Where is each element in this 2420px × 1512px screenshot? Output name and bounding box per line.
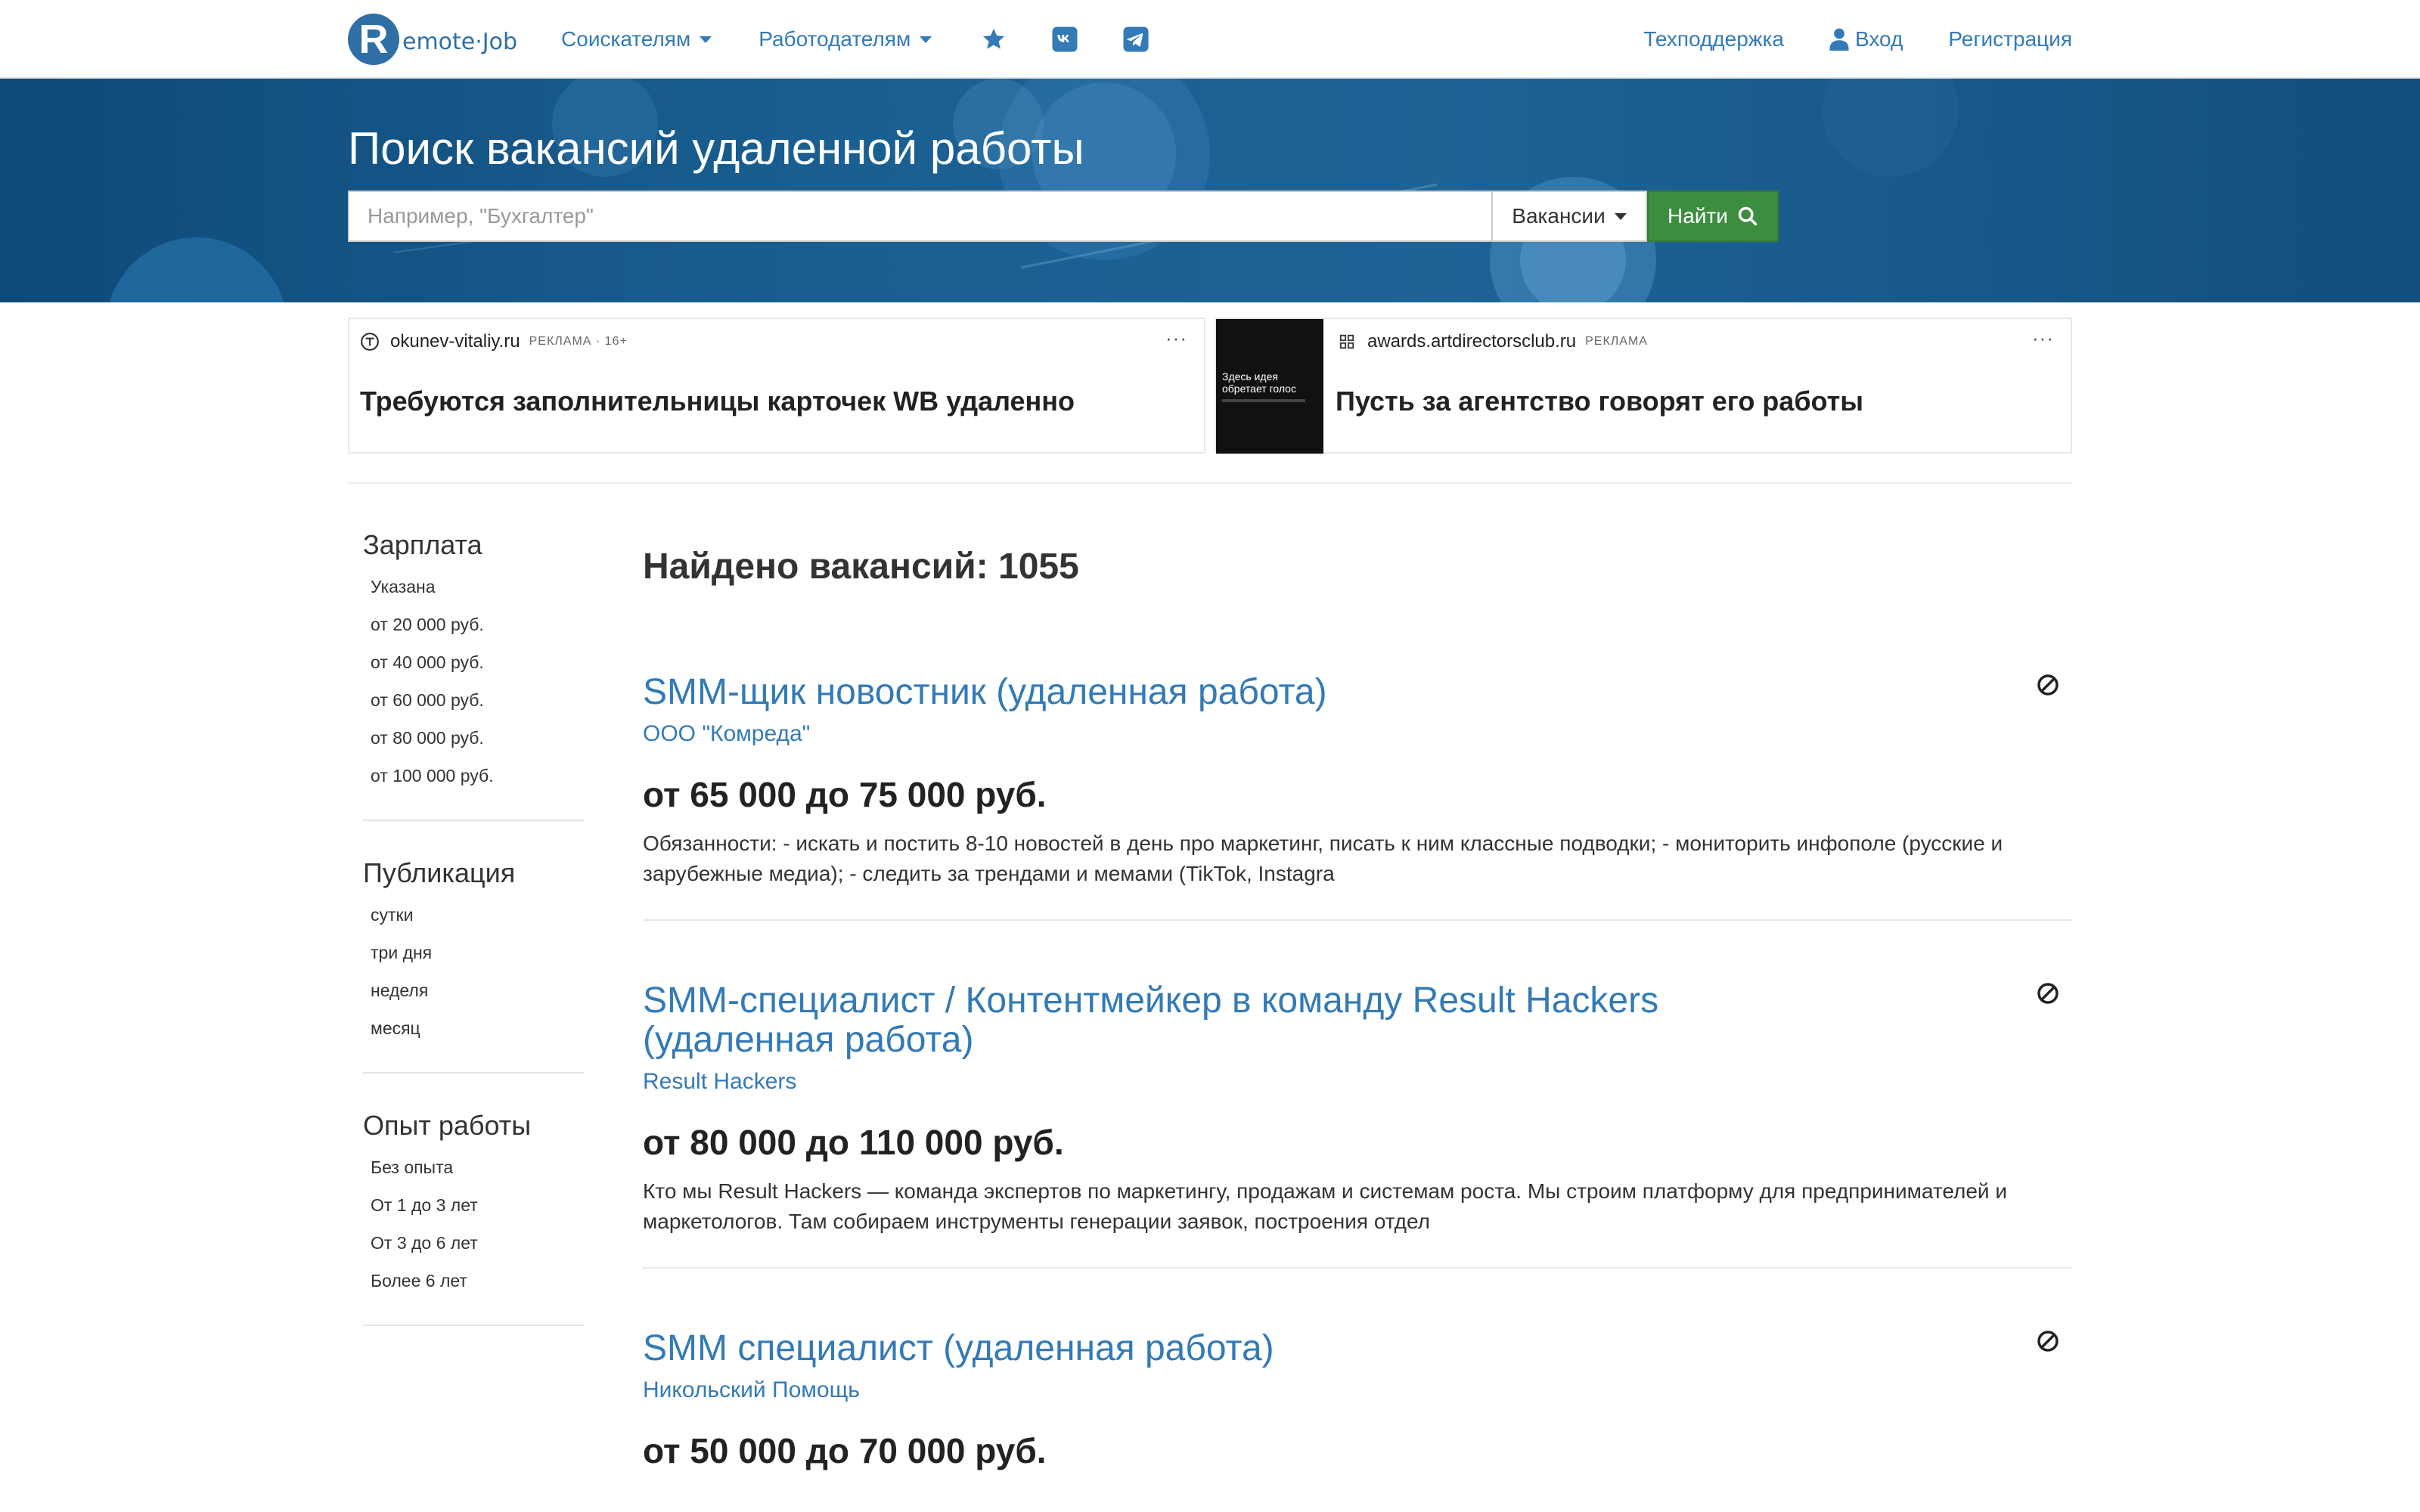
hide-vacancy-icon[interactable]: [2036, 673, 2060, 697]
results-count: Найдено вакансий: 1055: [643, 547, 1079, 587]
filter-option[interactable]: Без опыта: [371, 1154, 584, 1191]
search-button-label: Найти: [1668, 204, 1728, 228]
vacancy-title-link[interactable]: SMM специалист (удаленная работа): [643, 1329, 1792, 1368]
ad-block-2[interactable]: Здесь идея обретает голос awards.artdire…: [1215, 318, 2072, 454]
star-icon[interactable]: [979, 24, 1009, 54]
nav-seekers-dropdown[interactable]: Соискателям: [561, 27, 712, 51]
filter-group-salary: Зарплата Указана от 20 000 руб. от 40 00…: [363, 529, 584, 821]
telegram-icon[interactable]: [1121, 24, 1151, 54]
chevron-down-icon: [1614, 212, 1627, 220]
vk-icon[interactable]: [1050, 24, 1080, 54]
vacancy-company-link[interactable]: ООО "Комреда": [643, 721, 2072, 747]
filter-option[interactable]: От 1 до 3 лет: [371, 1191, 584, 1229]
navbar: R emote·Job Соискателям Работодателям Те…: [0, 0, 2420, 79]
nav-login-link[interactable]: Вход: [1829, 27, 1903, 51]
nav-seekers-label: Соискателям: [561, 27, 691, 51]
vacancy-title-link[interactable]: SMM-специалист / Контентмейкер в команду…: [643, 981, 1792, 1060]
filter-option[interactable]: Более 6 лет: [371, 1267, 584, 1305]
search-form: Вакансии Найти: [348, 191, 1779, 242]
filter-option[interactable]: месяц: [371, 1015, 584, 1052]
filter-option[interactable]: от 20 000 руб.: [371, 611, 584, 649]
user-icon: [1829, 28, 1849, 51]
ad-block-1[interactable]: okunev-vitaliy.ru РЕКЛАМА · 16+ ··· Треб…: [348, 318, 1205, 454]
search-type-select[interactable]: Вакансии: [1491, 191, 1647, 242]
vacancy-salary: от 80 000 до 110 000 руб.: [643, 1123, 1064, 1162]
search-button[interactable]: Найти: [1647, 191, 1779, 242]
filter-option[interactable]: Указана: [371, 573, 584, 611]
logo-circle: R: [348, 14, 399, 65]
ad-source: awards.artdirectorsclub.ru РЕКЛАМА: [1337, 331, 1648, 352]
hide-vacancy-icon[interactable]: [2036, 1329, 2060, 1353]
ad-menu-icon[interactable]: ···: [1165, 327, 1187, 350]
filter-option[interactable]: от 60 000 руб.: [371, 686, 584, 724]
vacancy-salary: от 50 000 до 70 000 руб.: [643, 1431, 1047, 1470]
search-type-label: Вакансии: [1512, 204, 1606, 228]
chevron-down-icon: [920, 36, 932, 43]
search-icon: [1738, 206, 1758, 226]
ad-thumbnail-text: Здесь идея обретает голос: [1222, 370, 1296, 395]
filter-group-experience: Опыт работы Без опыта От 1 до 3 лет От 3…: [363, 1110, 584, 1326]
ad-menu-icon[interactable]: ···: [2032, 327, 2054, 350]
hero-banner: Поиск вакансий удаленной работы Вакансии…: [0, 79, 2420, 302]
filter-option[interactable]: неделя: [371, 977, 584, 1015]
vacancy-description: Обязанности: - искать и постить 8-10 нов…: [643, 832, 2003, 885]
section-divider: [348, 482, 2072, 484]
filter-option[interactable]: от 100 000 руб.: [371, 762, 584, 800]
vacancy-card: SMM специалист (удаленная работа) Николь…: [643, 1329, 2072, 1471]
filter-option[interactable]: от 40 000 руб.: [371, 649, 584, 686]
nav-login-label: Вход: [1854, 27, 1903, 51]
filter-option[interactable]: от 80 000 руб.: [371, 724, 584, 762]
logo-text: emote·Job: [402, 28, 518, 55]
filter-title: Опыт работы: [363, 1110, 532, 1141]
vacancy-card: SMM-щик новостник (удаленная работа) ООО…: [643, 673, 2072, 921]
vacancy-salary: от 65 000 до 75 000 руб.: [643, 775, 1047, 814]
vacancy-company-link[interactable]: Result Hackers: [643, 1069, 2072, 1095]
site-logo[interactable]: R emote·Job: [348, 13, 517, 66]
ad-thumbnail: Здесь идея обретает голос: [1216, 319, 1323, 454]
nav-register-link[interactable]: Регистрация: [1948, 27, 2072, 51]
nav-support-link[interactable]: Техподдержка: [1643, 27, 1784, 51]
nav-employers-label: Работодателям: [759, 27, 911, 51]
vacancy-title-link[interactable]: SMM-щик новостник (удаленная работа): [643, 673, 1792, 712]
ad-source: okunev-vitaliy.ru РЕКЛАМА · 16+: [360, 331, 628, 352]
hero-title: Поиск вакансий удаленной работы: [348, 123, 1084, 174]
ad-title: Пусть за агентство говорят его работы: [1336, 386, 1864, 417]
nav-employers-dropdown[interactable]: Работодателям: [759, 27, 932, 51]
ad-favicon-icon: [360, 332, 380, 352]
ad-thumbnail-subline: [1222, 399, 1305, 402]
vacancy-company-link[interactable]: Никольский Помощь: [643, 1377, 2072, 1403]
filter-title: Публикация: [363, 857, 516, 888]
results-list: Найдено вакансий: 1055 SMM-щик новостник…: [643, 544, 2072, 1471]
filters-sidebar: Зарплата Указана от 20 000 руб. от 40 00…: [363, 529, 584, 1362]
vacancy-card: SMM-специалист / Контентмейкер в команду…: [643, 981, 2072, 1269]
hide-vacancy-icon[interactable]: [2036, 981, 2060, 1005]
search-input[interactable]: [348, 191, 1491, 242]
ad-source-domain: awards.artdirectorsclub.ru: [1367, 331, 1577, 352]
ad-title: Требуются заполнительницы карточек WB уд…: [360, 386, 1075, 417]
filter-option[interactable]: три дня: [371, 939, 584, 977]
filter-option[interactable]: От 3 до 6 лет: [371, 1229, 584, 1267]
filter-option[interactable]: сутки: [371, 901, 584, 939]
chevron-down-icon: [700, 36, 712, 43]
vacancy-description: Кто мы Result Hackers — команда эксперто…: [643, 1179, 2007, 1233]
ad-favicon-icon: [1337, 332, 1357, 352]
ad-label: РЕКЛАМА · 16+: [529, 335, 628, 348]
filter-group-publication: Публикация сутки три дня неделя месяц: [363, 857, 584, 1074]
ad-source-domain: okunev-vitaliy.ru: [390, 331, 520, 352]
ad-label: РЕКЛАМА: [1585, 335, 1648, 348]
filter-title: Зарплата: [363, 529, 482, 560]
